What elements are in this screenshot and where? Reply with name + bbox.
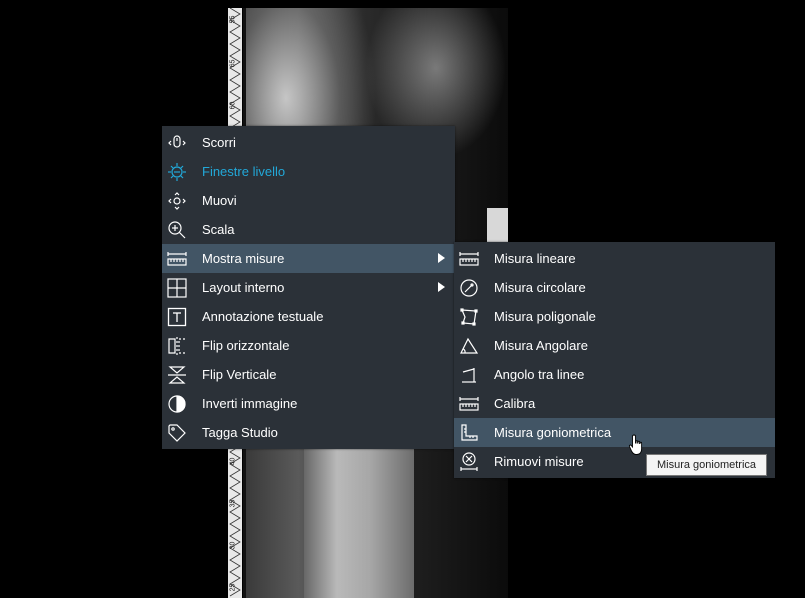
submenu-item-misura-lineare[interactable]: Misura lineare	[454, 244, 775, 273]
submenu-item-label: Misura lineare	[494, 251, 576, 266]
menu-item-muovi[interactable]: Muovi	[162, 186, 455, 215]
submenu-item-label: Misura circolare	[494, 280, 586, 295]
flip-horizontal-icon	[166, 335, 188, 357]
submenu-item-misura-angolare[interactable]: Misura Angolare	[454, 331, 775, 360]
angle-between-lines-icon	[458, 364, 480, 386]
menu-item-label: Scala	[202, 222, 235, 237]
angle-measure-icon	[458, 335, 480, 357]
calibrate-icon	[458, 393, 480, 415]
text-annotation-icon	[166, 306, 188, 328]
menu-item-scorri[interactable]: Scorri	[162, 128, 455, 157]
submenu-item-label: Calibra	[494, 396, 536, 411]
menu-item-mostra-misure[interactable]: Mostra misure	[162, 244, 455, 273]
menu-item-label: Flip orizzontale	[202, 338, 290, 353]
image-strip	[487, 208, 508, 242]
tooltip: Misura goniometrica	[646, 454, 767, 476]
submenu-arrow-icon	[438, 282, 445, 292]
menu-item-finestre-livello[interactable]: Finestre livello	[162, 157, 455, 186]
ruler-label: 35	[229, 499, 237, 508]
menu-item-label: Annotazione testuale	[202, 309, 324, 324]
invert-image-icon	[166, 393, 188, 415]
submenu-item-angolo-tra-linee[interactable]: Angolo tra linee	[454, 360, 775, 389]
submenu-item-misura-poligonale[interactable]: Misura poligonale	[454, 302, 775, 331]
menu-item-label: Inverti immagine	[202, 396, 298, 411]
measures-submenu: Misura lineare Misura circolare Misura p…	[454, 242, 775, 478]
submenu-item-calibra[interactable]: Calibra	[454, 389, 775, 418]
menu-item-label: Finestre livello	[202, 164, 286, 179]
submenu-item-label: Angolo tra linee	[494, 367, 585, 382]
menu-item-label: Scorri	[202, 135, 236, 150]
menu-item-label: Layout interno	[202, 280, 285, 295]
menu-item-scala[interactable]: Scala	[162, 215, 455, 244]
tag-icon	[166, 422, 188, 444]
zoom-icon	[166, 219, 188, 241]
menu-item-inverti-immagine[interactable]: Inverti immagine	[162, 389, 455, 418]
menu-item-annotazione-testuale[interactable]: Annotazione testuale	[162, 302, 455, 331]
menu-item-flip-orizzontale[interactable]: Flip orizzontale	[162, 331, 455, 360]
ruler-label: 40	[229, 457, 237, 466]
circular-measure-icon	[458, 277, 480, 299]
submenu-item-label: Misura Angolare	[494, 338, 588, 353]
context-menu: Scorri Finestre livello Muovi Scala Most…	[162, 126, 455, 449]
polygon-measure-icon	[458, 306, 480, 328]
submenu-item-label: Rimuovi misure	[494, 454, 584, 469]
ruler-label: 30	[229, 541, 237, 550]
femur-shadow	[304, 448, 414, 598]
menu-item-label: Flip Verticale	[202, 367, 277, 382]
submenu-item-misura-circolare[interactable]: Misura circolare	[454, 273, 775, 302]
ruler-label: 60	[229, 101, 237, 110]
menu-item-label: Tagga Studio	[202, 425, 278, 440]
linear-measure-icon	[458, 248, 480, 270]
scroll-mouse-icon	[166, 132, 188, 154]
menu-item-label: Mostra misure	[202, 251, 285, 266]
window-level-icon	[166, 161, 188, 183]
menu-item-layout-interno[interactable]: Layout interno	[162, 273, 455, 302]
move-arrows-icon	[166, 190, 188, 212]
ruler-icon	[166, 248, 188, 270]
menu-item-flip-verticale[interactable]: Flip Verticale	[162, 360, 455, 389]
flip-vertical-icon	[166, 364, 188, 386]
submenu-item-label: Misura goniometrica	[494, 425, 612, 440]
ruler-label: 25	[229, 583, 237, 592]
submenu-item-misura-goniometrica[interactable]: Misura goniometrica	[454, 418, 775, 447]
menu-item-tagga-studio[interactable]: Tagga Studio	[162, 418, 455, 447]
submenu-item-label: Misura poligonale	[494, 309, 596, 324]
remove-measures-icon	[458, 451, 480, 473]
grid-layout-icon	[166, 277, 188, 299]
goniometric-measure-icon	[458, 422, 480, 444]
hand-cursor-icon	[628, 434, 643, 455]
ruler-label: 55	[229, 15, 237, 24]
menu-item-label: Muovi	[202, 193, 237, 208]
submenu-arrow-icon	[438, 253, 445, 263]
ruler-label: 65	[229, 59, 237, 68]
